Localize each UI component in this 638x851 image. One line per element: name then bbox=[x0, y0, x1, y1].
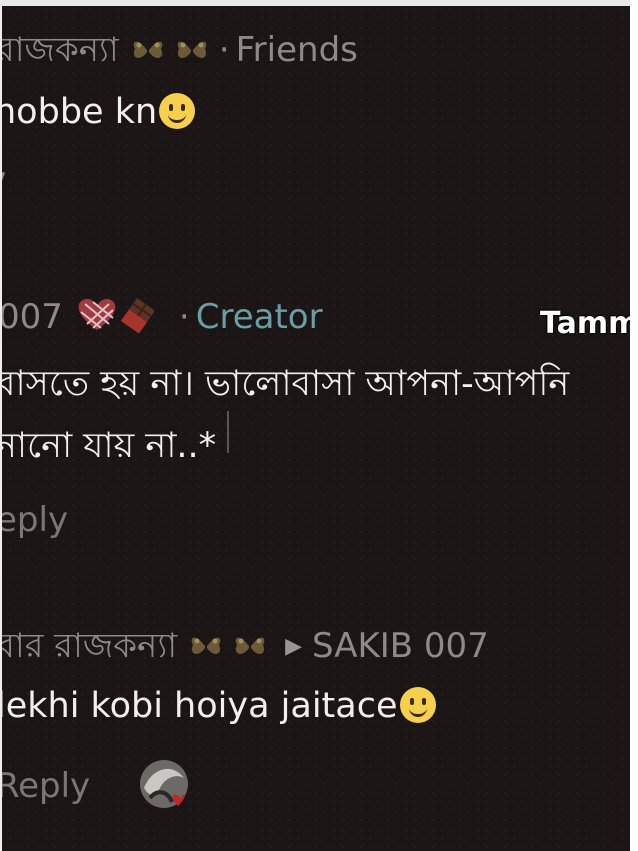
left-edge bbox=[0, 0, 2, 851]
text-cursor bbox=[227, 411, 229, 453]
comment-text-line: নানো যায় না..* bbox=[0, 426, 217, 466]
comment-text-content: nobbe kn bbox=[0, 92, 158, 132]
comment-meta: 007 · Creator bbox=[0, 294, 323, 343]
comment-thread: রাজকন্যা·Friends nobbe kn 7 007·Creator … bbox=[0, 0, 630, 851]
reply-arrow-icon: ▶ bbox=[285, 634, 302, 659]
comment-text: lekhi kobi hoiya jaitace bbox=[0, 686, 436, 726]
comment-relation: Friends bbox=[235, 30, 358, 70]
reply-button[interactable]: eply bbox=[0, 500, 68, 540]
reply-to-user[interactable]: SAKIB 007 bbox=[312, 626, 489, 666]
slightly-smiling-face-icon bbox=[159, 93, 196, 129]
creator-badge: Creator bbox=[195, 297, 323, 337]
comment-author[interactable]: 007 bbox=[0, 297, 63, 337]
comment-text-line: বাসতে হয় না। ভালোবাসা আপনা-আপনি bbox=[0, 364, 570, 404]
comment-meta: রাজকন্যা · Friends bbox=[0, 24, 358, 81]
comment-text: nobbe kn bbox=[0, 92, 196, 132]
comment-meta: বার রাজকন্যা ▶ SAKIB 007 bbox=[0, 620, 489, 677]
reply-button[interactable]: Reply bbox=[0, 766, 90, 806]
butterfly-emoji-icon bbox=[129, 34, 213, 74]
right-edge bbox=[630, 0, 638, 851]
slightly-smiling-face-icon bbox=[399, 687, 436, 723]
comment-author[interactable]: বার রাজকন্যা bbox=[0, 626, 177, 666]
butterfly-emoji-icon bbox=[187, 630, 271, 670]
top-edge bbox=[0, 0, 638, 6]
sticker-avatar-icon[interactable] bbox=[138, 758, 198, 818]
heart-and-chocolate-emoji-icon bbox=[73, 294, 173, 343]
comment-author[interactable]: রাজকন্যা bbox=[0, 30, 119, 70]
comment-text-content: lekhi kobi hoiya jaitace bbox=[0, 686, 398, 726]
watermark-text: Tamm bbox=[540, 306, 630, 341]
